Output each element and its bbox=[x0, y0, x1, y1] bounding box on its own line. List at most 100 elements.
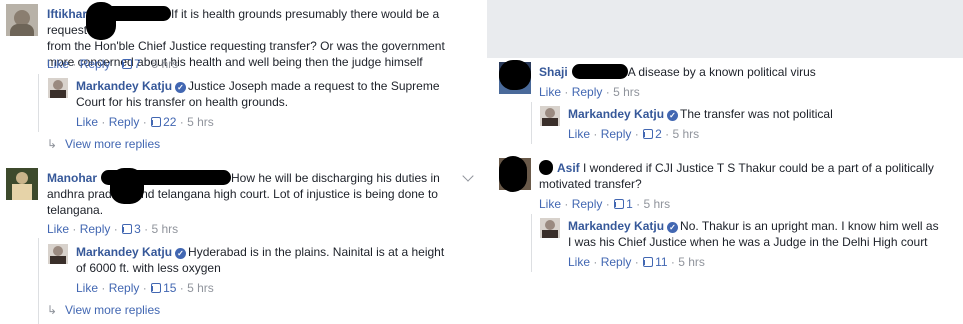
reply-link[interactable]: Reply bbox=[80, 222, 111, 236]
reply-thread-line bbox=[38, 74, 39, 132]
redacted-name bbox=[539, 160, 553, 175]
reply-text-line: No. Thakur is an upright man. I know him… bbox=[680, 219, 939, 233]
reply-link[interactable]: Reply bbox=[109, 115, 140, 129]
comment-body: Asif I wondered if CJI Justice T S Thaku… bbox=[539, 160, 959, 192]
view-more-label: View more replies bbox=[65, 137, 161, 151]
like-link[interactable]: Like bbox=[76, 115, 98, 129]
view-more-replies-link[interactable]: ↳ View more replies bbox=[47, 302, 160, 318]
separator: · bbox=[101, 281, 106, 295]
redacted-name bbox=[571, 64, 628, 79]
like-count[interactable]: 11 bbox=[655, 255, 667, 269]
thumbs-up-icon bbox=[122, 224, 133, 234]
commenter-name[interactable]: Iftikhar bbox=[47, 7, 87, 21]
like-link[interactable]: Like bbox=[47, 222, 69, 236]
reply-thread-line bbox=[531, 214, 532, 272]
separator: · bbox=[634, 255, 639, 269]
verified-badge-icon: ✓ bbox=[667, 110, 679, 121]
verified-badge-icon: ✓ bbox=[175, 248, 187, 259]
like-link[interactable]: Like bbox=[539, 197, 561, 211]
view-more-label: View more replies bbox=[65, 303, 161, 317]
reply-text-line: of 6000 ft. with less oxygen bbox=[76, 261, 221, 275]
commenter-name[interactable]: Asif bbox=[557, 161, 580, 175]
separator: · bbox=[144, 222, 149, 236]
replier-name[interactable]: Markandey Katju bbox=[76, 245, 172, 259]
redaction-blob bbox=[86, 2, 116, 40]
reply-text-line: I was his Chief Justice when he was a Ju… bbox=[568, 235, 928, 249]
right-comments-panel: Shaji A disease by a known political viru… bbox=[487, 58, 963, 324]
view-more-replies-link[interactable]: ↳ View more replies bbox=[47, 136, 160, 152]
timestamp[interactable]: 5 hrs bbox=[151, 57, 178, 71]
separator: · bbox=[101, 115, 106, 129]
avatar[interactable] bbox=[48, 78, 68, 98]
like-count[interactable]: 15 bbox=[163, 281, 176, 295]
timestamp[interactable]: 5 hrs bbox=[643, 197, 670, 211]
redaction-blob bbox=[499, 60, 531, 90]
replier-name[interactable]: Markandey Katju bbox=[76, 79, 172, 93]
reply-body: Markandey Katju ✓ Justice Joseph made a re… bbox=[76, 78, 476, 110]
reply-link[interactable]: Reply bbox=[572, 85, 603, 99]
reply-thread-line bbox=[531, 102, 532, 144]
thumbs-up-icon bbox=[643, 257, 654, 267]
timestamp[interactable]: 5 hrs bbox=[672, 127, 699, 141]
commenter-name[interactable]: Shaji bbox=[539, 65, 568, 79]
comment-text-line: How he will be discharging his duties in bbox=[231, 171, 440, 185]
replier-name[interactable]: Markandey Katju bbox=[568, 219, 664, 233]
comment-text-line: from the Hon'ble Chief Justice requestin… bbox=[47, 39, 445, 53]
comment-actions: Like · Reply · 5 hrs bbox=[539, 84, 640, 100]
replier-name[interactable]: Markandey Katju bbox=[568, 107, 664, 121]
reply-actions: Like · Reply · 11 · 5 hrs bbox=[568, 254, 705, 270]
verified-badge-icon: ✓ bbox=[175, 82, 187, 93]
reply-text-line: Justice Joseph made a request to the Sup… bbox=[188, 79, 440, 93]
reply-actions: Like · Reply · 15 · 5 hrs bbox=[76, 280, 214, 296]
like-count[interactable]: 7 bbox=[134, 57, 141, 71]
separator: · bbox=[670, 255, 675, 269]
like-count[interactable]: 1 bbox=[626, 197, 633, 211]
reply-text-line: The transfer was not political bbox=[680, 107, 833, 121]
avatar[interactable] bbox=[6, 4, 38, 36]
avatar[interactable] bbox=[6, 168, 38, 200]
reply-arrow-icon: ↳ bbox=[47, 303, 58, 317]
timestamp[interactable]: 5 hrs bbox=[151, 222, 178, 236]
separator: · bbox=[179, 281, 184, 295]
separator: · bbox=[605, 197, 610, 211]
reply-body: Markandey Katju ✓ No. Thakur is an upright… bbox=[568, 218, 958, 250]
separator: · bbox=[634, 127, 639, 141]
reply-body: Markandey Katju ✓ Hyderabad is in the plai… bbox=[76, 244, 476, 276]
redaction-blob bbox=[499, 156, 527, 192]
separator: · bbox=[142, 115, 147, 129]
reply-link[interactable]: Reply bbox=[572, 197, 603, 211]
reply-link[interactable]: Reply bbox=[80, 57, 111, 71]
commenter-name[interactable]: Manohar bbox=[47, 171, 97, 185]
separator: · bbox=[144, 57, 149, 71]
comment-actions: Like · Reply · 7 · 5 hrs bbox=[47, 56, 178, 72]
comment-actions: Like · Reply · 3 · 5 hrs bbox=[47, 221, 178, 237]
like-count[interactable]: 2 bbox=[655, 127, 662, 141]
comment-text-line: A disease by a known political virus bbox=[627, 65, 816, 79]
like-link[interactable]: Like bbox=[47, 57, 69, 71]
like-count[interactable]: 22 bbox=[163, 115, 176, 129]
reply-link[interactable]: Reply bbox=[601, 255, 632, 269]
reply-text-line: Hyderabad is in the plains. Nainital is … bbox=[188, 245, 445, 259]
separator: · bbox=[665, 127, 670, 141]
like-link[interactable]: Like bbox=[568, 255, 590, 269]
separator: · bbox=[593, 127, 598, 141]
avatar[interactable] bbox=[48, 244, 68, 264]
separator: · bbox=[113, 57, 118, 71]
timestamp[interactable]: 5 hrs bbox=[678, 255, 705, 269]
thumbs-up-icon bbox=[151, 283, 162, 293]
thumbs-up-icon bbox=[643, 129, 654, 139]
like-link[interactable]: Like bbox=[76, 281, 98, 295]
timestamp[interactable]: 5 hrs bbox=[187, 115, 214, 129]
reply-link[interactable]: Reply bbox=[601, 127, 632, 141]
like-count[interactable]: 3 bbox=[134, 222, 141, 236]
reply-link[interactable]: Reply bbox=[109, 281, 140, 295]
verified-badge-icon: ✓ bbox=[667, 222, 679, 233]
comment-text-line: I wondered if CJI Justice T S Thakur cou… bbox=[583, 161, 934, 175]
avatar[interactable] bbox=[540, 218, 560, 238]
avatar[interactable] bbox=[540, 106, 560, 126]
like-link[interactable]: Like bbox=[539, 85, 561, 99]
timestamp[interactable]: 5 hrs bbox=[187, 281, 214, 295]
timestamp[interactable]: 5 hrs bbox=[613, 85, 640, 99]
like-link[interactable]: Like bbox=[568, 127, 590, 141]
left-comments-panel: Iftikhar If it is health grounds presumab… bbox=[0, 0, 487, 324]
